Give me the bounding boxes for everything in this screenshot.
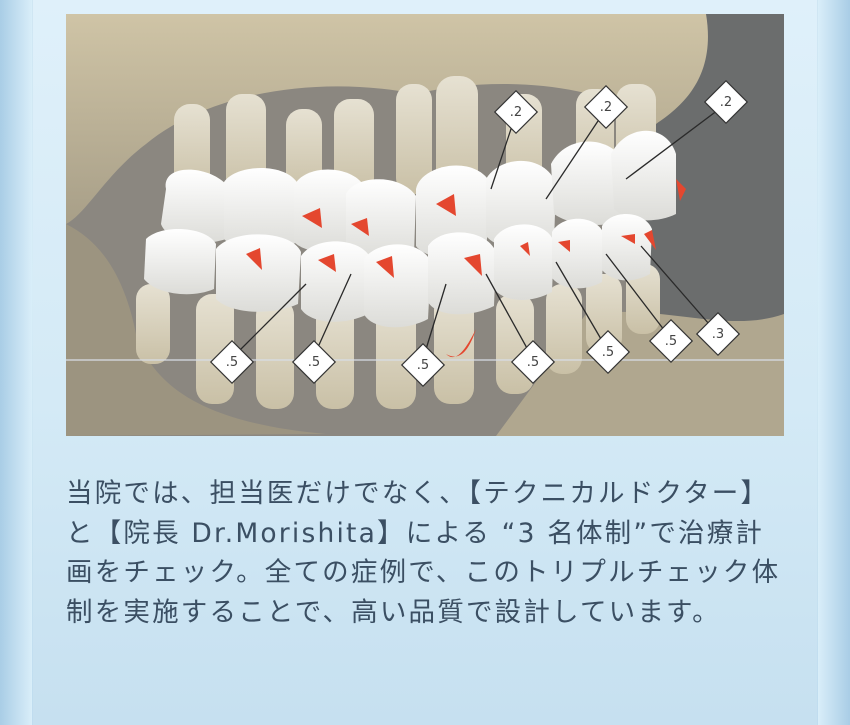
dental-simulation-image: .2 .2 .2 .5 .5 .5 .5 .5 .5 .3 (66, 14, 784, 436)
measurement-label: .5 (602, 345, 614, 360)
measurement-label: .2 (720, 95, 732, 110)
right-background-glow (818, 0, 850, 725)
measurement-label: .5 (417, 358, 429, 373)
left-background-glow (0, 0, 32, 725)
measurement-label: .2 (600, 100, 612, 115)
measurement-label: .5 (665, 334, 677, 349)
description-text: 当院では、担当医だけでなく、【テクニカルドクター】と【院長 Dr.Morishi… (66, 478, 781, 628)
measurement-label: .3 (712, 327, 724, 342)
measurement-label: .5 (226, 355, 238, 370)
measurement-label: .5 (308, 355, 320, 370)
measurement-label: .5 (527, 355, 539, 370)
measurement-label: .2 (510, 105, 522, 120)
